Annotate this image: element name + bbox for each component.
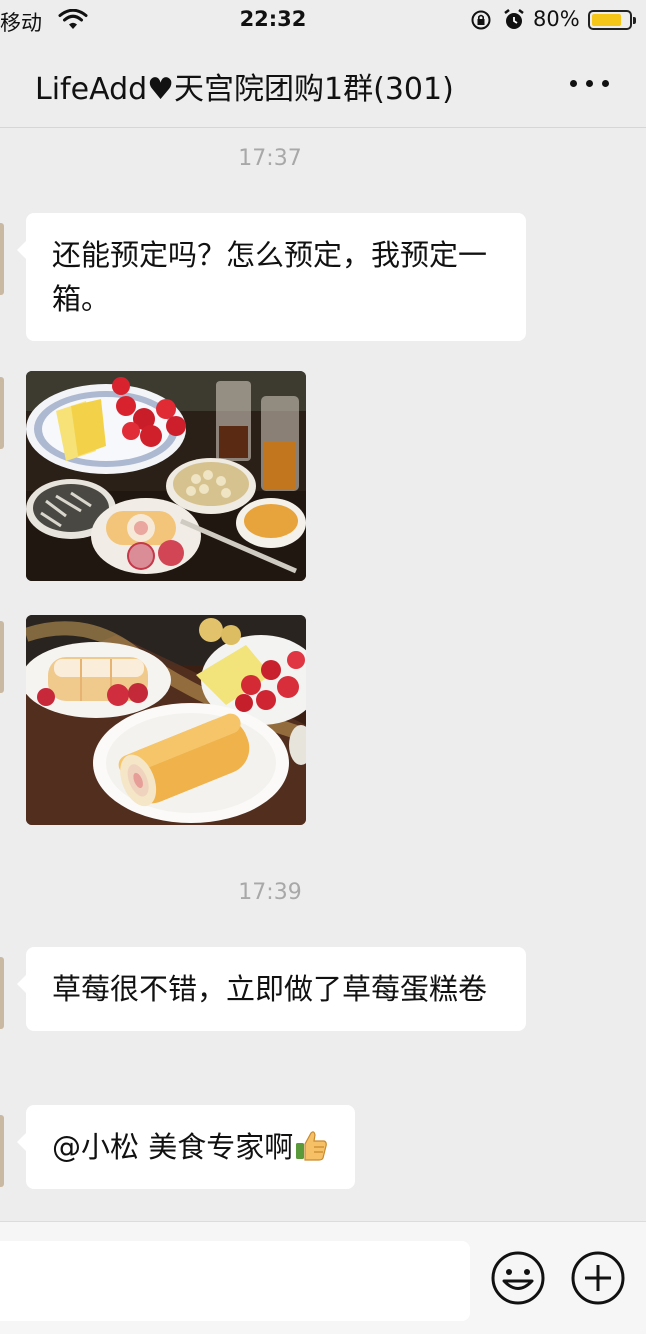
alarm-icon (502, 8, 526, 37)
message-text: 草莓很不错，立即做了草莓蛋糕卷 (52, 972, 488, 1006)
image-message-strawberry-platter[interactable] (26, 371, 306, 581)
avatar[interactable] (0, 1115, 4, 1187)
battery-icon (588, 10, 636, 30)
message-list[interactable]: 17:37 还能预定吗？怎么预定，我预定一箱。 17:39 草莓很不错，立即做了… (0, 129, 646, 1221)
photo-cake-roll (26, 615, 306, 825)
plus-circle-icon[interactable] (570, 1250, 626, 1306)
image-message-cake-roll[interactable] (26, 615, 306, 825)
rotation-lock-icon (470, 9, 492, 36)
smiley-icon[interactable] (490, 1250, 546, 1306)
timestamp: 17:39 (238, 880, 302, 905)
battery-percent: 80% (533, 7, 580, 31)
message-input[interactable] (0, 1241, 470, 1321)
more-dots-icon[interactable] (570, 80, 610, 90)
input-bar (0, 1221, 646, 1334)
status-bar: 移动 22:32 80% (0, 0, 646, 40)
message-bubble[interactable]: @小松 美食专家啊 (16, 1105, 356, 1189)
message-text: 还能预定吗？怎么预定，我预定一箱。 (52, 238, 488, 316)
message-bubble[interactable]: 草莓很不错，立即做了草莓蛋糕卷 (17, 947, 526, 1031)
message-text: @小松 美食专家啊 (52, 1130, 294, 1164)
clock: 22:32 (239, 7, 307, 31)
avatar[interactable] (0, 957, 4, 1029)
timestamp: 17:37 (238, 146, 302, 171)
avatar[interactable] (0, 377, 4, 449)
chat-header: LifeAdd♥天宫院团购1群(301) (0, 40, 646, 128)
avatar[interactable] (0, 223, 4, 295)
thumbs-up-icon (293, 1127, 329, 1163)
photo-strawberry-platter (26, 371, 306, 581)
avatar[interactable] (0, 621, 4, 693)
message-bubble[interactable]: 还能预定吗？怎么预定，我预定一箱。 (17, 213, 526, 341)
chat-title: LifeAdd♥天宫院团购1群(301) (35, 72, 454, 107)
